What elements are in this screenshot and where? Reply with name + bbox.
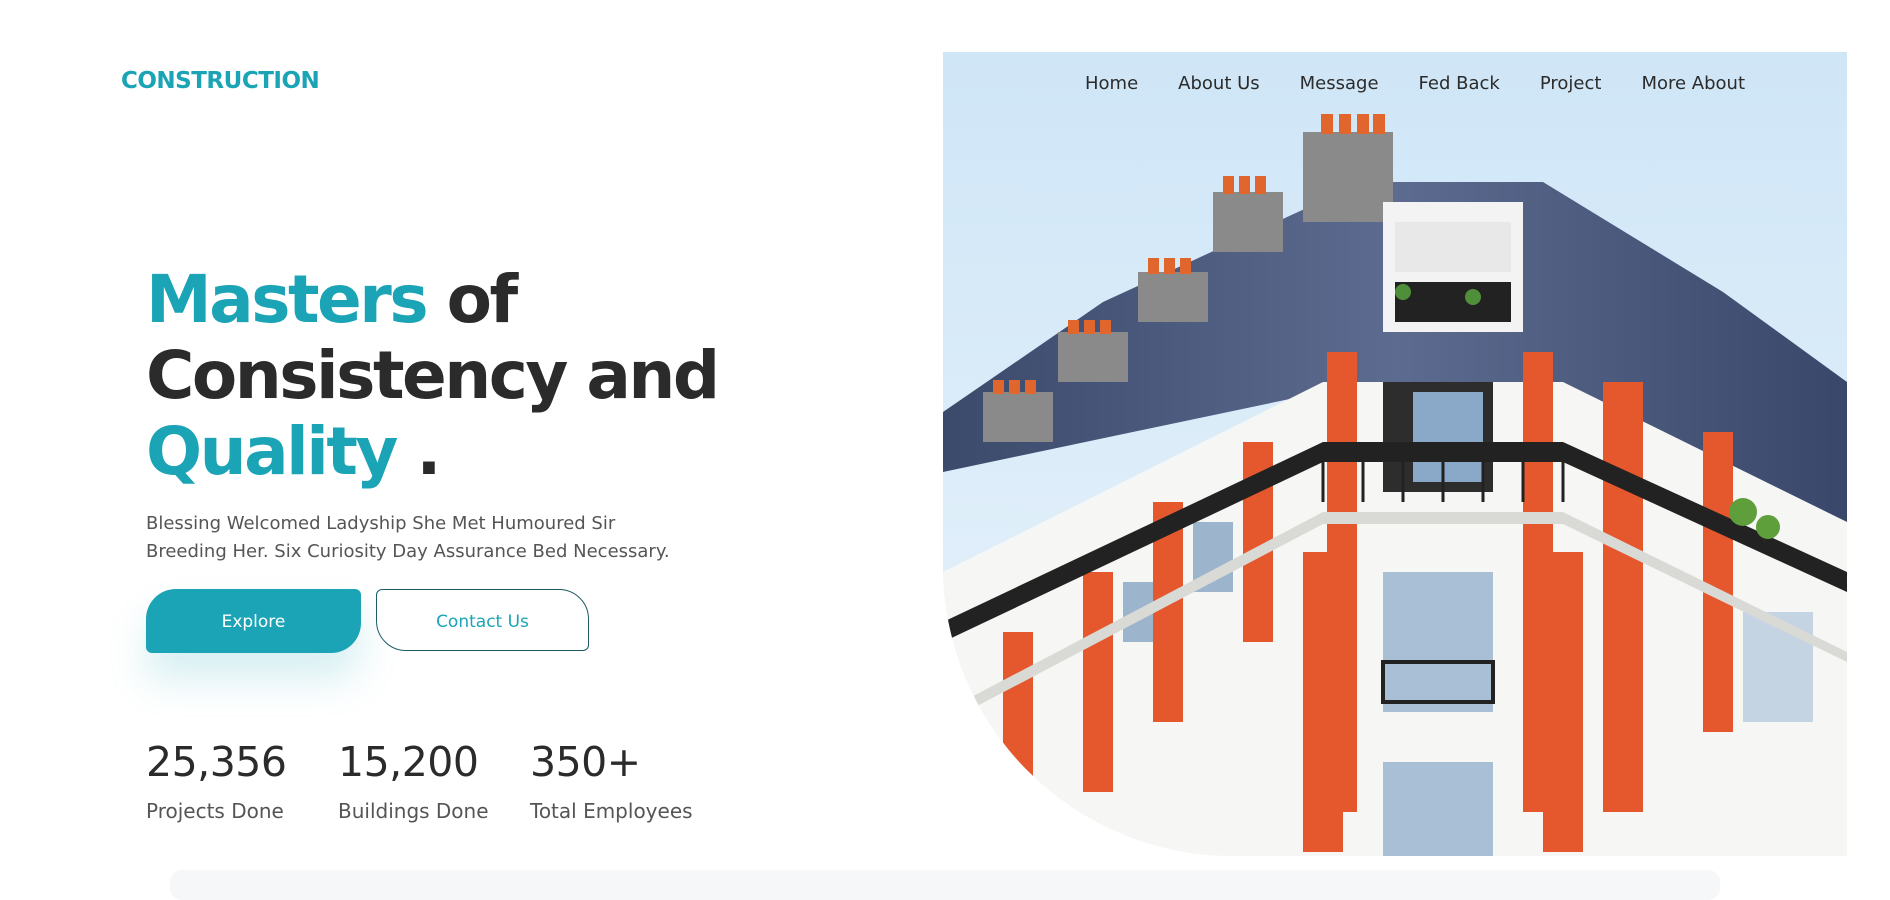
stat-employees-label: Total Employees xyxy=(530,799,693,823)
nav-item-home[interactable]: Home xyxy=(1085,72,1138,96)
building-photo-icon xyxy=(943,52,1847,856)
nav-item-about-us[interactable]: About Us xyxy=(1178,72,1260,96)
nav-item-project[interactable]: Project xyxy=(1540,72,1602,96)
headline-of: of xyxy=(426,261,519,339)
headline-accent-masters: Masters xyxy=(146,261,429,339)
headline-line-3: Quality . xyxy=(146,414,786,490)
stat-buildings: 15,200 Buildings Done xyxy=(338,738,489,824)
section-divider xyxy=(170,870,1720,900)
stat-employees: 350+ Total Employees xyxy=(530,738,693,824)
hero-description-line-1: Blessing Welcomed Ladyship She Met Humou… xyxy=(146,513,616,534)
nav-item-more-about[interactable]: More About xyxy=(1641,72,1745,96)
contact-us-button[interactable]: Contact Us xyxy=(376,589,589,651)
nav-item-message[interactable]: Message xyxy=(1300,72,1379,96)
hero-description: Blessing Welcomed Ladyship She Met Humou… xyxy=(146,510,706,566)
logo[interactable]: CONSTRUCTION xyxy=(121,68,320,94)
hero-headline: Masters of Consistency and Quality . xyxy=(146,262,786,490)
hero-building-image xyxy=(943,52,1847,856)
headline-line-2: Consistency and xyxy=(146,337,720,415)
nav-item-feedback[interactable]: Fed Back xyxy=(1419,72,1500,96)
stat-employees-value: 350+ xyxy=(530,738,641,786)
stat-projects-label: Projects Done xyxy=(146,799,284,823)
main-nav: Home About Us Message Fed Back Project M… xyxy=(1085,72,1745,96)
hero-description-line-2: Breeding Her. Six Curiosity Day Assuranc… xyxy=(146,541,670,562)
stat-buildings-label: Buildings Done xyxy=(338,799,489,823)
stat-buildings-value: 15,200 xyxy=(338,738,479,786)
stat-projects: 25,356 Projects Done xyxy=(146,738,287,824)
stat-projects-value: 25,356 xyxy=(146,738,287,786)
headline-line-1: Masters of xyxy=(146,262,786,338)
explore-button[interactable]: Explore xyxy=(146,589,361,653)
headline-period: . xyxy=(395,413,441,491)
headline-accent-quality: Quality xyxy=(146,413,398,491)
